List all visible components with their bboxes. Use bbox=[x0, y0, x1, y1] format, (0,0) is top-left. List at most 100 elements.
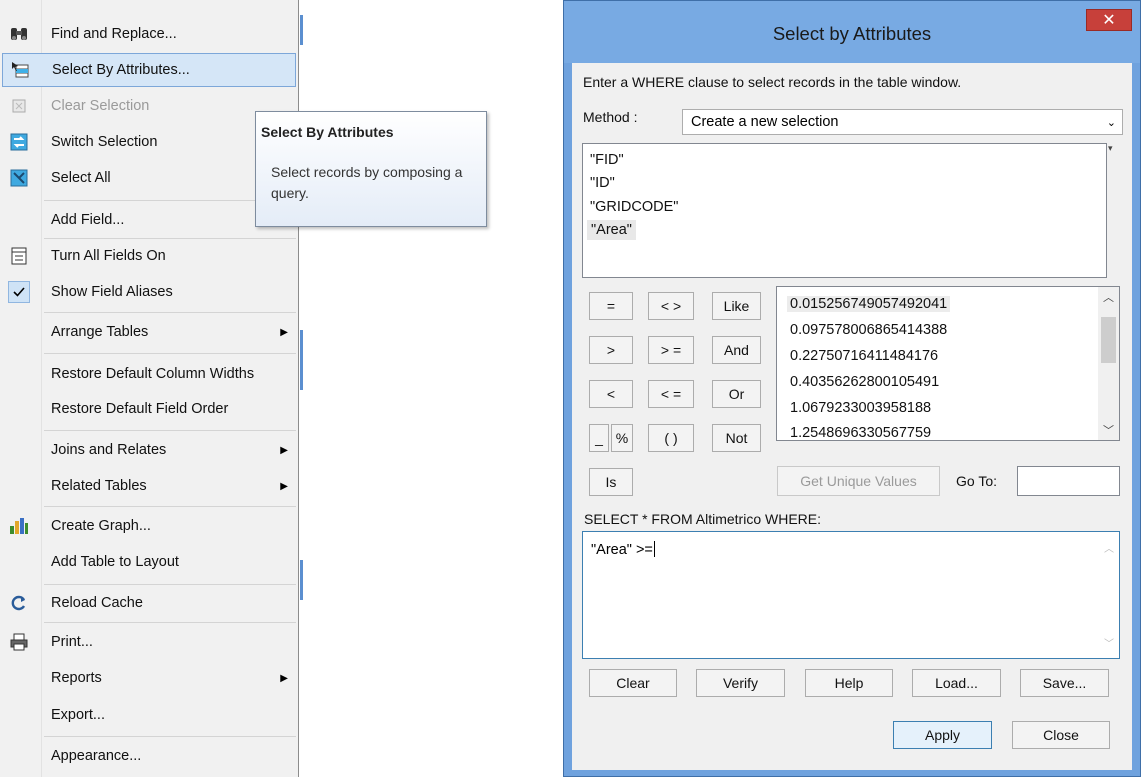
operator-parens-button[interactable]: ( ) bbox=[648, 424, 694, 452]
chevron-down-icon: ⌄ bbox=[1106, 116, 1116, 129]
menu-item-appearance[interactable]: Appearance... bbox=[2, 739, 296, 773]
unique-value-item[interactable]: 0.097578006865414388 bbox=[790, 322, 947, 338]
operator-not-equal-button[interactable]: < > bbox=[648, 292, 694, 320]
where-clause-textarea[interactable]: "Area" >= ︿ ﹀ bbox=[582, 531, 1120, 659]
menu-item-switch-selection[interactable]: Switch Selection bbox=[2, 125, 296, 159]
binoculars-icon bbox=[7, 22, 31, 46]
menu-item-turn-all-fields-on[interactable]: Turn All Fields On bbox=[2, 239, 296, 273]
tooltip-body: Select records by composing a query. bbox=[271, 164, 463, 201]
operator-not-button[interactable]: Not bbox=[712, 424, 761, 452]
apply-button[interactable]: Apply bbox=[893, 721, 992, 749]
goto-input[interactable] bbox=[1017, 466, 1120, 496]
dialog-titlebar[interactable]: Select by Attributes ✕ bbox=[564, 1, 1140, 63]
values-scrollbar[interactable]: ︿ ﹀ bbox=[1098, 287, 1119, 440]
menu-item-label: Find and Replace... bbox=[51, 26, 177, 42]
menu-item-label: Reports bbox=[51, 670, 102, 686]
method-dropdown[interactable]: Create a new selection ⌄ bbox=[682, 109, 1123, 135]
unique-value-item[interactable]: 0.40356262800105491 bbox=[790, 374, 939, 390]
unique-value-item[interactable]: 0.015256749057492041 bbox=[787, 296, 951, 312]
menu-item-add-field[interactable]: Add Field... bbox=[2, 203, 296, 237]
menu-item-show-field-aliases[interactable]: Show Field Aliases bbox=[2, 275, 296, 309]
menu-separator bbox=[44, 584, 296, 585]
close-icon[interactable]: ✕ bbox=[1086, 9, 1132, 31]
menu-item-related-tables[interactable]: Related Tables ▶ bbox=[2, 469, 296, 503]
close-button[interactable]: Close bbox=[1012, 721, 1110, 749]
method-value: Create a new selection bbox=[691, 114, 839, 130]
menu-item-joins-relates[interactable]: Joins and Relates ▶ bbox=[2, 433, 296, 467]
tooltip-title: Select By Attributes bbox=[261, 124, 394, 140]
submenu-arrow-icon: ▶ bbox=[280, 672, 288, 684]
method-label: Method : bbox=[583, 109, 638, 125]
menu-item-reload-cache[interactable]: Reload Cache bbox=[2, 586, 296, 620]
scroll-down-icon[interactable]: ﹀ bbox=[1104, 635, 1114, 650]
table-edge-marker bbox=[300, 15, 303, 45]
menu-item-label: Reload Cache bbox=[51, 595, 143, 611]
scroll-up-icon[interactable]: ︿ bbox=[1098, 287, 1119, 307]
instruction-text: Enter a WHERE clause to select records i… bbox=[583, 74, 962, 90]
fields-list[interactable]: "FID" "ID" "GRIDCODE" "Area" bbox=[582, 143, 1107, 278]
menu-item-add-table-layout[interactable]: Add Table to Layout bbox=[2, 545, 296, 579]
menu-item-restore-field-order[interactable]: Restore Default Field Order bbox=[2, 392, 296, 426]
clear-button[interactable]: Clear bbox=[589, 669, 677, 697]
scroll-thumb[interactable] bbox=[1101, 317, 1116, 363]
text-caret bbox=[653, 541, 655, 557]
unique-value-item[interactable]: 0.22750716411484176 bbox=[790, 348, 938, 364]
operator-like-button[interactable]: Like bbox=[712, 292, 761, 320]
menu-separator bbox=[44, 736, 296, 737]
menu-separator bbox=[44, 353, 296, 354]
fields-scroll-arrow-icon[interactable]: ▾ bbox=[1108, 143, 1113, 154]
menu-item-find-replace[interactable]: Find and Replace... bbox=[2, 17, 296, 51]
select-by-attributes-icon bbox=[8, 58, 32, 82]
menu-item-select-by-attributes[interactable]: Select By Attributes... bbox=[2, 53, 296, 87]
submenu-arrow-icon: ▶ bbox=[280, 444, 288, 456]
operator-is-button[interactable]: Is bbox=[589, 468, 633, 496]
select-all-icon bbox=[7, 166, 31, 190]
unique-value-item[interactable]: 1.0679233003958188 bbox=[790, 400, 931, 416]
menu-separator bbox=[44, 506, 296, 507]
menu-item-label: Joins and Relates bbox=[51, 442, 167, 458]
menu-item-create-graph[interactable]: Create Graph... bbox=[2, 509, 296, 543]
menu-item-label: Print... bbox=[51, 634, 93, 650]
menu-item-export[interactable]: Export... bbox=[2, 698, 296, 732]
menu-item-label: Appearance... bbox=[51, 748, 142, 764]
unique-value-item[interactable]: 1.2548696330567759 bbox=[790, 425, 931, 441]
goto-label: Go To: bbox=[956, 473, 997, 489]
sql-scrollbar[interactable]: ︿ ﹀ bbox=[1099, 532, 1119, 658]
verify-button[interactable]: Verify bbox=[696, 669, 785, 697]
menu-item-reports[interactable]: Reports ▶ bbox=[2, 661, 296, 695]
operator-and-button[interactable]: And bbox=[712, 336, 761, 364]
menu-item-label: Select All bbox=[51, 170, 111, 186]
load-button[interactable]: Load... bbox=[912, 669, 1001, 697]
field-item[interactable]: "GRIDCODE" bbox=[590, 199, 678, 215]
menu-item-label: Arrange Tables bbox=[51, 324, 149, 340]
menu-item-restore-column-widths[interactable]: Restore Default Column Widths bbox=[2, 357, 296, 391]
select-by-attributes-dialog: Select by Attributes ✕ Enter a WHERE cla… bbox=[563, 0, 1141, 777]
save-button[interactable]: Save... bbox=[1020, 669, 1109, 697]
operator-underscore-button[interactable]: _ bbox=[589, 424, 609, 452]
menu-item-select-all[interactable]: Select All bbox=[2, 161, 296, 195]
operator-equals-button[interactable]: = bbox=[589, 292, 633, 320]
field-item[interactable]: "FID" bbox=[590, 152, 624, 168]
unique-values-list[interactable]: 0.015256749057492041 0.09757800686541438… bbox=[776, 286, 1120, 441]
operator-greater-equal-button[interactable]: > = bbox=[648, 336, 694, 364]
submenu-arrow-icon: ▶ bbox=[280, 480, 288, 492]
table-fields-icon bbox=[7, 244, 31, 268]
sql-prefix-label: SELECT * FROM Altimetrico WHERE: bbox=[584, 511, 822, 527]
get-unique-values-button[interactable]: Get Unique Values bbox=[777, 466, 940, 496]
scroll-down-icon[interactable]: ﹀ bbox=[1098, 420, 1119, 440]
operator-percent-button[interactable]: % bbox=[611, 424, 633, 452]
menu-item-print[interactable]: Print... bbox=[2, 625, 296, 659]
menu-item-label: Add Table to Layout bbox=[51, 554, 179, 570]
menu-item-clear-selection[interactable]: Clear Selection bbox=[2, 89, 296, 123]
menu-item-label: Related Tables bbox=[51, 478, 147, 494]
field-item-selected[interactable]: "Area" bbox=[587, 220, 636, 240]
operator-greater-button[interactable]: > bbox=[589, 336, 633, 364]
operator-or-button[interactable]: Or bbox=[712, 380, 761, 408]
operator-less-button[interactable]: < bbox=[589, 380, 633, 408]
help-button[interactable]: Help bbox=[805, 669, 893, 697]
operator-less-equal-button[interactable]: < = bbox=[648, 380, 694, 408]
menu-item-label: Select By Attributes... bbox=[52, 62, 190, 78]
scroll-up-icon[interactable]: ︿ bbox=[1104, 540, 1114, 555]
field-item[interactable]: "ID" bbox=[590, 175, 615, 191]
menu-item-arrange-tables[interactable]: Arrange Tables ▶ bbox=[2, 315, 296, 349]
